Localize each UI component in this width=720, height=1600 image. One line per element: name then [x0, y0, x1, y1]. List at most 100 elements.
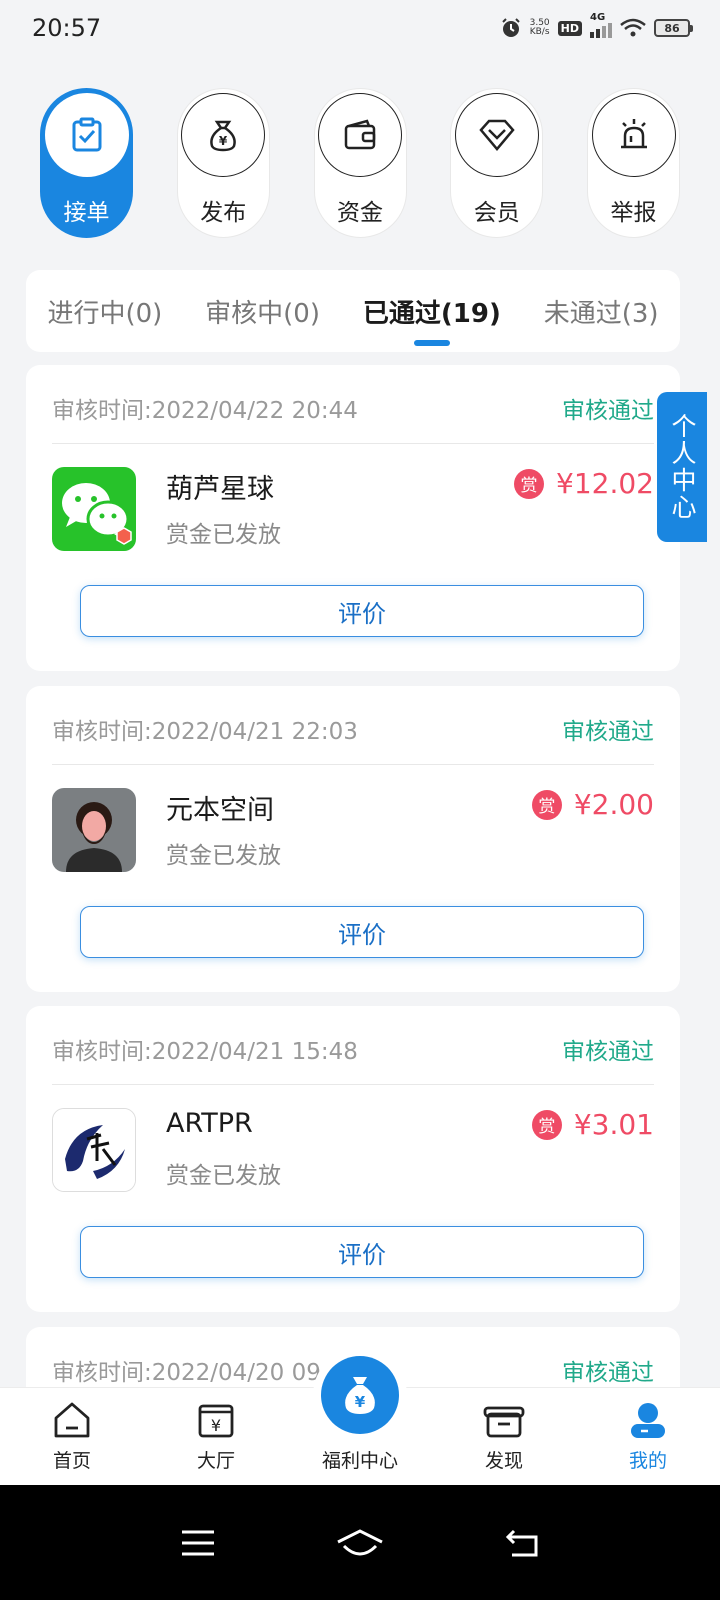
diamond-icon [479, 119, 515, 151]
menu-icon[interactable] [180, 1528, 216, 1558]
order-card-header: 审核时间:2022/04/21 15:48 审核通过 [52, 1032, 654, 1066]
topnav-label: 会员 [473, 200, 520, 226]
tab-in-progress[interactable]: 进行中(0) [47, 283, 162, 340]
review-status: 审核通过 [562, 1039, 654, 1065]
topnav-icon-circle [44, 93, 129, 177]
battery-icon: 86 [654, 19, 693, 37]
review-status: 审核通过 [562, 398, 654, 424]
status-bar: 20:57 3.50 KB/s HD 4G 86 [0, 0, 720, 56]
svg-text:¥: ¥ [219, 134, 228, 148]
money-bag-icon: ¥ [345, 1377, 375, 1414]
artpr-app-icon [52, 1108, 136, 1192]
wifi-icon [620, 18, 646, 37]
reward-badge: 赏 [514, 468, 545, 499]
back-icon[interactable] [504, 1528, 540, 1558]
avatar-app-icon [52, 788, 136, 872]
wallet-icon [344, 119, 376, 150]
reward-badge: 赏 [531, 1109, 562, 1140]
reward-amount: ¥12.02 [556, 467, 654, 500]
divider [52, 764, 654, 765]
reward: 赏 ¥3.01 [531, 1108, 654, 1141]
order-card: 审核时间:2022/04/22 20:44 审核通过 葫芦星球 赏金已发放 赏 … [26, 365, 680, 671]
review-status: 审核通过 [562, 1360, 654, 1386]
tab-approved[interactable]: 已通过(19) [363, 283, 501, 340]
order-card: 审核时间:2022/04/21 22:03 审核通过 元本空间 赏金已发放 赏 … [26, 686, 680, 992]
order-card-header: 审核时间:2022/04/22 20:44 审核通过 [52, 391, 654, 425]
status-time: 20:57 [32, 14, 102, 42]
topnav-item-publish[interactable]: ¥ 发布 [176, 88, 270, 238]
review-time: 审核时间:2022/04/21 22:03 [52, 719, 358, 745]
bottom-nav-label: 大厅 [196, 1450, 235, 1472]
svg-text:¥: ¥ [355, 1393, 366, 1411]
top-nav: 接单 ¥ 发布 资金 会员 举报 [40, 88, 680, 238]
bottom-nav: 首页 ¥ 大厅 ¥ 福利中心 发现 我的 [0, 1356, 720, 1485]
bottom-nav-hall[interactable]: ¥ 大厅 [156, 1400, 276, 1473]
welfare-center-button: ¥ [321, 1356, 399, 1434]
reward-badge: 赏 [531, 789, 562, 820]
payout-status: 赏金已发放 [166, 843, 281, 869]
reward-amount: ¥2.00 [573, 788, 654, 821]
topnav-icon-circle [318, 93, 402, 177]
bottom-nav-home[interactable]: 首页 [12, 1400, 132, 1473]
system-nav-bar [0, 1485, 720, 1600]
rate-button[interactable]: 评价 [80, 906, 644, 958]
review-status: 审核通过 [562, 719, 654, 745]
svg-text:¥: ¥ [211, 1416, 221, 1435]
user-icon [631, 1403, 665, 1438]
topnav-icon-circle: ¥ [181, 93, 266, 177]
order-card-header: 审核时间:2022/04/21 22:03 审核通过 [52, 712, 654, 746]
wechat-app-icon [52, 467, 136, 551]
bottom-nav-discover[interactable]: 发现 [444, 1400, 564, 1473]
order-card: 审核时间:2022/04/21 15:48 审核通过 ARTPR 赏金已发放 赏… [26, 1006, 680, 1312]
bottom-nav-label: 福利中心 [321, 1450, 398, 1472]
topnav-item-funds[interactable]: 资金 [313, 88, 407, 238]
payout-status: 赏金已发放 [166, 1163, 281, 1189]
order-status-tabs: 进行中(0) 审核中(0) 已通过(19) 未通过(3) [26, 270, 680, 352]
topnav-label: 接单 [63, 200, 110, 226]
clipboard-check-icon [72, 117, 101, 152]
bottom-nav-label: 首页 [52, 1450, 91, 1472]
app-name: 元本空间 [166, 795, 274, 826]
signal-icon: 4G [590, 12, 612, 38]
money-bag-icon: ¥ [210, 120, 237, 152]
status-icons: 3.50 KB/s HD 4G 86 [500, 12, 693, 39]
reward: 赏 ¥2.00 [531, 788, 654, 821]
network-type: 4G [590, 12, 606, 23]
topnav-icon-circle [454, 93, 539, 177]
bottom-nav-mine[interactable]: 我的 [588, 1400, 708, 1473]
bottom-nav-welfare-center[interactable]: ¥ 福利中心 [300, 1356, 420, 1473]
payout-status: 赏金已发放 [166, 522, 281, 548]
topnav-item-membership[interactable]: 会员 [450, 88, 544, 238]
personal-center-label: 个人中心 [668, 413, 697, 521]
hall-icon: ¥ [198, 1404, 234, 1438]
tab-under-review[interactable]: 审核中(0) [205, 283, 320, 340]
reward-amount: ¥3.01 [573, 1108, 654, 1141]
topnav-item-report[interactable]: 举报 [587, 88, 680, 238]
net-speed: 3.50 KB/s [530, 19, 550, 37]
home-nav-icon[interactable] [336, 1528, 384, 1558]
personal-center-tab[interactable]: 个人中心 [657, 392, 707, 542]
app-name: ARTPR [166, 1108, 253, 1139]
alarm-light-icon [620, 119, 647, 149]
tab-rejected[interactable]: 未通过(3) [544, 283, 659, 340]
hd-badge: HD [557, 20, 582, 36]
divider [52, 443, 654, 444]
battery-level: 86 [664, 21, 680, 35]
topnav-label: 资金 [337, 200, 383, 226]
topnav-item-accept-order[interactable]: 接单 [40, 88, 133, 238]
topnav-icon-circle [591, 93, 676, 177]
review-time: 审核时间:2022/04/21 15:48 [52, 1039, 358, 1065]
bottom-nav-label: 发现 [484, 1450, 523, 1472]
gift-box-icon [483, 1406, 525, 1438]
app-name: 葫芦星球 [166, 474, 274, 505]
review-time: 审核时间:2022/04/22 20:44 [52, 398, 358, 424]
reward: 赏 ¥12.02 [514, 467, 654, 500]
rate-button[interactable]: 评价 [80, 1226, 644, 1278]
topnav-label: 举报 [610, 200, 657, 226]
topnav-label: 发布 [200, 200, 247, 226]
net-speed-unit: KB/s [529, 27, 550, 37]
alarm-clock-icon [501, 18, 520, 37]
home-icon [54, 1402, 90, 1438]
rate-button[interactable]: 评价 [80, 585, 644, 637]
divider [52, 1084, 654, 1085]
